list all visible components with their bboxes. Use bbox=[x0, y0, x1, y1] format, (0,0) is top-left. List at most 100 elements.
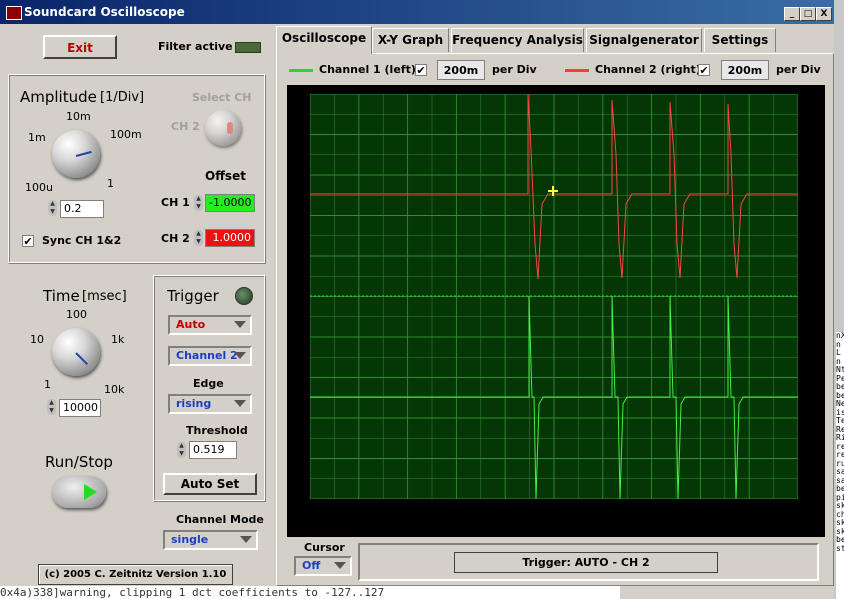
channel2-line-swatch bbox=[565, 69, 589, 72]
maximize-button[interactable]: □ bbox=[800, 7, 816, 21]
threshold-input[interactable]: 0.519 bbox=[189, 441, 237, 459]
channel-mode-dropdown[interactable]: single bbox=[163, 530, 258, 550]
x-tick-label: 2.5 bbox=[421, 506, 443, 520]
offset-ch2-label: CH 2 bbox=[161, 232, 190, 245]
offset-ch1-label: CH 1 bbox=[161, 196, 190, 209]
amp-dial-label: 1 bbox=[107, 177, 114, 190]
offset-ch1-spinner[interactable]: ▲ ▼ bbox=[194, 195, 203, 211]
title-bar[interactable]: Soundcard Oscilloscope _ □ X bbox=[0, 0, 844, 24]
play-icon bbox=[84, 484, 97, 500]
time-spinner[interactable]: ▲ ▼ bbox=[47, 399, 56, 415]
chevron-down-icon bbox=[240, 536, 252, 543]
select-ch-label: Select CH bbox=[192, 91, 252, 104]
x-tick-label: 5 bbox=[550, 506, 559, 520]
close-button[interactable]: X bbox=[816, 7, 832, 21]
trigger-label: Trigger bbox=[167, 287, 219, 305]
amplitude-input[interactable]: 0.2 bbox=[60, 200, 104, 218]
offset-ch2-spinner[interactable]: ▲ ▼ bbox=[194, 230, 203, 246]
time-dial-label: 10 bbox=[30, 333, 44, 346]
tab-xy-graph[interactable]: X-Y Graph bbox=[372, 28, 449, 52]
cursor-value: Off bbox=[302, 559, 321, 572]
time-dial-label: 10k bbox=[104, 383, 125, 396]
tab-oscilloscope[interactable]: Oscilloscope bbox=[276, 26, 372, 54]
x-tick-label: 8 bbox=[696, 506, 706, 520]
channel1-per-div: per Div bbox=[492, 63, 537, 76]
x-tick-label: 500m bbox=[320, 506, 358, 520]
offset-ch1-input[interactable]: -1.0000 bbox=[205, 194, 255, 212]
time-unit: [msec] bbox=[82, 289, 127, 304]
minimize-button[interactable]: _ bbox=[784, 7, 800, 21]
time-label: Time bbox=[43, 287, 80, 305]
offset-label: Offset bbox=[205, 169, 246, 183]
channel2-per-div: per Div bbox=[776, 63, 821, 76]
amplitude-knob[interactable] bbox=[52, 130, 100, 178]
trigger-mode-dropdown[interactable]: Auto bbox=[168, 315, 252, 335]
exit-button[interactable]: Exit bbox=[43, 35, 117, 59]
x-tick-label: 0 bbox=[306, 506, 315, 520]
amplitude-label: Amplitude bbox=[20, 88, 97, 106]
x-tick-label: 6.5 bbox=[616, 506, 638, 520]
amplitude-unit: [1/Div] bbox=[100, 90, 145, 105]
cursor-dropdown[interactable]: Off bbox=[294, 556, 352, 576]
x-tick-label: 4.5 bbox=[519, 506, 541, 520]
tab-signalgenerator[interactable]: Signalgenerator bbox=[586, 28, 702, 52]
x-tick-label: 7 bbox=[648, 506, 657, 520]
cursor-label: Cursor bbox=[304, 541, 345, 554]
channel2-scale[interactable]: 200m bbox=[721, 60, 769, 80]
trigger-status: Trigger: AUTO - CH 2 bbox=[454, 552, 718, 573]
background-text-line: st bbox=[836, 543, 844, 553]
trigger-mode-value: Auto bbox=[176, 318, 206, 331]
background-console: 0x4a)338]warning, clipping 1 dct coeffic… bbox=[0, 586, 620, 599]
copyright-label: (c) 2005 C. Zeitnitz Version 1.10 bbox=[38, 564, 233, 585]
amp-dial-label: 10m bbox=[66, 110, 91, 123]
x-tick-label: 3.5 bbox=[470, 506, 492, 520]
channel-mode-label: Channel Mode bbox=[176, 513, 264, 526]
channel1-checkbox[interactable]: ✔ bbox=[415, 64, 427, 76]
threshold-spinner[interactable]: ▲ ▼ bbox=[177, 442, 186, 458]
time-input[interactable]: 10000 bbox=[59, 399, 101, 417]
x-tick-label: 10 bbox=[791, 506, 808, 520]
time-dial-label: 1k bbox=[111, 333, 125, 346]
trigger-channel-value: Channel 2 bbox=[176, 349, 238, 362]
select-ch-value: CH 2 bbox=[171, 120, 200, 133]
x-tick-label: 6 bbox=[599, 506, 608, 520]
knob-pointer bbox=[75, 352, 89, 366]
trigger-led bbox=[235, 287, 253, 305]
scope-display[interactable] bbox=[310, 94, 798, 499]
tab-frequency-analysis[interactable]: Frequency Analysis bbox=[451, 28, 584, 52]
app-icon bbox=[6, 6, 22, 20]
channel2-checkbox[interactable]: ✔ bbox=[698, 64, 710, 76]
x-tick-label: 5.5 bbox=[567, 506, 590, 520]
background-window-text: nX n Ln Nt Pe be be Ne is Te Re Ri re re ru sa sa be pi sk c… bbox=[836, 332, 844, 599]
amp-dial-label: 100m bbox=[110, 128, 142, 141]
amplitude-spinner[interactable]: ▲ ▼ bbox=[48, 200, 57, 216]
x-tick-label: 7.5 bbox=[665, 506, 687, 520]
channel1-scale[interactable]: 200m bbox=[437, 60, 485, 80]
time-dial-label: 100 bbox=[66, 308, 87, 321]
knob-pointer bbox=[75, 150, 92, 157]
x-tick-label: 4 bbox=[501, 506, 511, 520]
sync-checkbox[interactable]: ✔ bbox=[22, 235, 34, 247]
chevron-down-icon bbox=[334, 562, 346, 569]
filter-active-label: Filter active bbox=[158, 40, 233, 53]
edge-dropdown[interactable]: rising bbox=[168, 394, 252, 414]
select-ch-knob[interactable] bbox=[205, 110, 241, 146]
x-tick-label: 9 bbox=[745, 506, 755, 520]
offset-ch2-input[interactable]: 1.0000 bbox=[205, 229, 255, 247]
run-stop-label: Run/Stop bbox=[45, 453, 113, 471]
edge-value: rising bbox=[176, 397, 212, 410]
chevron-down-icon bbox=[234, 400, 246, 407]
threshold-label: Threshold bbox=[186, 424, 248, 437]
auto-set-button[interactable]: Auto Set bbox=[163, 473, 257, 495]
amp-dial-label: 100u bbox=[25, 181, 53, 194]
edge-label: Edge bbox=[193, 377, 224, 390]
tab-settings[interactable]: Settings bbox=[704, 28, 776, 52]
run-stop-button[interactable] bbox=[52, 476, 106, 508]
x-tick-label: 1 bbox=[355, 506, 364, 520]
channel-mode-value: single bbox=[171, 533, 209, 546]
trigger-channel-dropdown[interactable]: Channel 2 bbox=[168, 346, 252, 366]
time-knob[interactable] bbox=[52, 328, 100, 376]
amp-dial-label: 1m bbox=[28, 131, 46, 144]
window-title: Soundcard Oscilloscope bbox=[24, 5, 185, 19]
channel1-line-swatch bbox=[289, 69, 313, 72]
